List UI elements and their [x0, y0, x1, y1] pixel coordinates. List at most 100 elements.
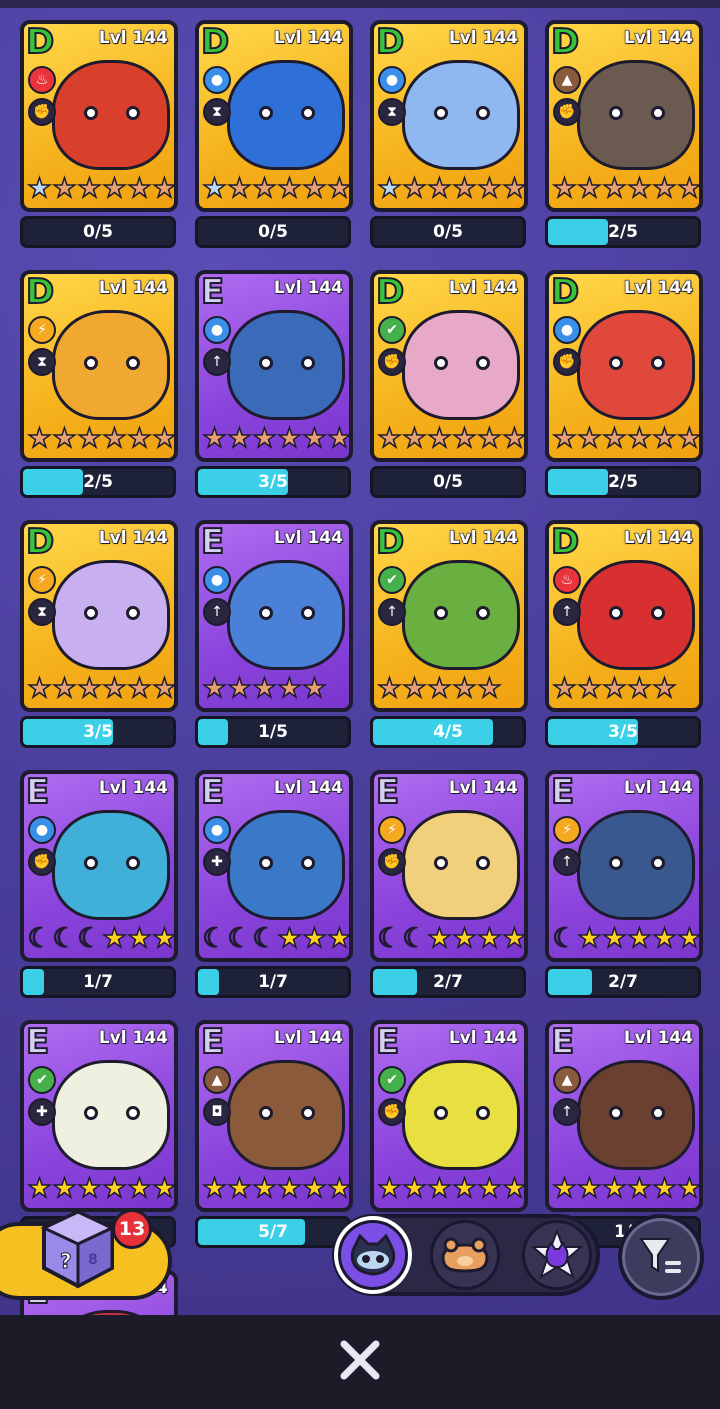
mystery-cube-icon[interactable]: ? 8: [38, 1206, 118, 1292]
star-rating: ★ ★ ★ ★ ★ ★: [26, 672, 174, 706]
monster-card[interactable]: D Lvl 144 ● ⧗ ★ ★ ★ ★ ★ ★: [370, 20, 528, 212]
monster-card[interactable]: E Lvl 144 ▲ ◘ ★ ★ ★ ★ ★ ★: [195, 1020, 353, 1212]
shard-progress-bar: 4/5: [370, 716, 526, 748]
silver-star-icon: ★: [377, 173, 403, 205]
bronze-star-icon: ★: [277, 173, 303, 205]
svg-text:?: ?: [60, 1249, 72, 1273]
monster-card[interactable]: D Lvl 144 ⚡ ⧗ ★ ★ ★ ★ ★ ★: [20, 520, 178, 712]
bronze-star-icon: ★: [152, 423, 177, 455]
monster-eyes: [259, 856, 315, 872]
monster-eyes: [259, 356, 315, 372]
fist-role-icon: ✊: [553, 98, 581, 126]
rarity-grade: D: [25, 272, 55, 313]
star-rating: ★ ★ ★ ★ ★ ★: [376, 1172, 524, 1206]
gold-star-icon: ★: [127, 1173, 153, 1205]
bronze-star-icon: ★: [102, 423, 128, 455]
grass-element-icon: ✔: [378, 316, 406, 344]
bronze-star-icon: ★: [102, 673, 128, 705]
monster-eyes: [609, 856, 665, 872]
star-rating: ☾ ★ ★ ★ ★ ★: [551, 922, 699, 956]
bronze-star-icon: ★: [427, 673, 453, 705]
rarity-grade: E: [375, 772, 400, 813]
bronze-star-icon: ★: [452, 423, 478, 455]
fist-role-icon: ✊: [378, 1098, 406, 1126]
monster-eyes: [434, 606, 490, 622]
bronze-star-icon: ★: [277, 673, 303, 705]
gold-star-icon: ★: [677, 1173, 702, 1205]
shard-progress-bar: 1/7: [195, 966, 351, 998]
close-button[interactable]: [334, 1334, 386, 1386]
monster-card[interactable]: D Lvl 144 ✔ ✊ ★ ★ ★ ★ ★ ★: [370, 270, 528, 462]
star-rating: ★ ★ ★ ★ ★ ★: [201, 1172, 349, 1206]
tab-food[interactable]: [430, 1220, 500, 1290]
monster-card[interactable]: E Lvl 144 ● ↑ ★ ★ ★ ★ ★ ★: [195, 270, 353, 462]
rarity-grade: E: [25, 1022, 50, 1063]
bronze-star-icon: ★: [552, 423, 578, 455]
bronze-star-icon: ★: [677, 423, 702, 455]
earth-element-icon: ▲: [553, 66, 581, 94]
bronze-star-icon: ★: [377, 423, 403, 455]
progress-text: 4/5: [433, 722, 463, 742]
monster-card[interactable]: D Lvl 144 ♨ ✊ ★ ★ ★ ★ ★ ★: [20, 20, 178, 212]
monster-eyes: [609, 356, 665, 372]
progress-text: 1/5: [258, 722, 288, 742]
fist-role-icon: ✊: [378, 848, 406, 876]
water-element-icon: ●: [378, 66, 406, 94]
silver-star-icon: ★: [27, 173, 53, 205]
progress-text: 3/5: [608, 722, 638, 742]
shard-progress-bar: 0/5: [195, 216, 351, 248]
flask-role-icon: ⧗: [378, 98, 406, 126]
shard-progress-bar: 3/5: [195, 466, 351, 498]
monster-card[interactable]: E Lvl 144 ⚡ ↑ ☾ ★ ★ ★ ★ ★: [545, 770, 703, 962]
monster-card[interactable]: E Lvl 144 ⚡ ✊ ☾ ☾ ★ ★ ★ ★: [370, 770, 528, 962]
rarity-grade: E: [200, 772, 225, 813]
level-label: Lvl 144: [623, 278, 693, 299]
bronze-star-icon: ★: [602, 173, 628, 205]
bronze-star-icon: ★: [652, 673, 678, 705]
boot-role-icon: ↑: [203, 598, 231, 626]
level-label: Lvl 144: [448, 528, 518, 549]
level-label: Lvl 144: [273, 278, 343, 299]
bronze-star-icon: ★: [577, 173, 603, 205]
tab-monsters[interactable]: [338, 1220, 408, 1290]
rarity-grade: D: [550, 522, 580, 563]
water-element-icon: ●: [553, 316, 581, 344]
monster-card[interactable]: E Lvl 144 ● ↑ ★ ★ ★ ★ ★: [195, 520, 353, 712]
bronze-star-icon: ★: [602, 423, 628, 455]
monster-card[interactable]: D Lvl 144 ● ✊ ★ ★ ★ ★ ★ ★: [545, 270, 703, 462]
monster-card[interactable]: E Lvl 144 ▲ ↑ ★ ★ ★ ★ ★ ★: [545, 1020, 703, 1212]
rarity-grade: D: [200, 22, 230, 63]
rarity-grade: E: [550, 1022, 575, 1063]
rarity-grade: D: [25, 22, 55, 63]
gold-star-icon: ★: [277, 1173, 303, 1205]
monster-card[interactable]: E Lvl 144 ● ✊ ☾ ☾ ☾ ★ ★ ★: [20, 770, 178, 962]
monster-card[interactable]: E Lvl 144 ● ✚ ☾ ☾ ☾ ★ ★ ★: [195, 770, 353, 962]
filter-button[interactable]: [618, 1214, 704, 1300]
electric-element-icon: ⚡: [28, 566, 56, 594]
monster-card[interactable]: D Lvl 144 ▲ ✊ ★ ★ ★ ★ ★ ★: [545, 20, 703, 212]
monster-card[interactable]: E Lvl 144 ✔ ✊ ★ ★ ★ ★ ★ ★: [370, 1020, 528, 1212]
monster-card[interactable]: E Lvl 144 ✔ ✚ ★ ★ ★ ★ ★ ★: [20, 1020, 178, 1212]
boot-role-icon: ↑: [553, 598, 581, 626]
gold-star-icon: ★: [552, 1173, 578, 1205]
monster-eyes: [609, 606, 665, 622]
gold-star-icon: ★: [152, 1173, 177, 1205]
gold-star-icon: ★: [202, 1173, 228, 1205]
grass-element-icon: ✔: [378, 566, 406, 594]
bronze-star-icon: ★: [77, 173, 103, 205]
monster-card[interactable]: D Lvl 144 ♨ ↑ ★ ★ ★ ★ ★: [545, 520, 703, 712]
monster-card[interactable]: D Lvl 144 ⚡ ⧗ ★ ★ ★ ★ ★ ★: [20, 270, 178, 462]
progress-text: 2/5: [608, 472, 638, 492]
star-rating: ★ ★ ★ ★ ★ ★: [551, 422, 702, 456]
monster-card[interactable]: D Lvl 144 ● ⧗ ★ ★ ★ ★ ★ ★: [195, 20, 353, 212]
moon-rank-icon: ☾: [227, 923, 253, 955]
rarity-grade: D: [375, 22, 405, 63]
water-element-icon: ●: [203, 816, 231, 844]
gold-star-icon: ★: [452, 923, 478, 955]
flask-role-icon: ⧗: [28, 348, 56, 376]
monster-card[interactable]: D Lvl 144 ✔ ↑ ★ ★ ★ ★ ★: [370, 520, 528, 712]
tab-gems[interactable]: [522, 1220, 592, 1290]
progress-text: 1/7: [258, 972, 288, 992]
bronze-star-icon: ★: [552, 673, 578, 705]
bronze-star-icon: ★: [252, 173, 278, 205]
